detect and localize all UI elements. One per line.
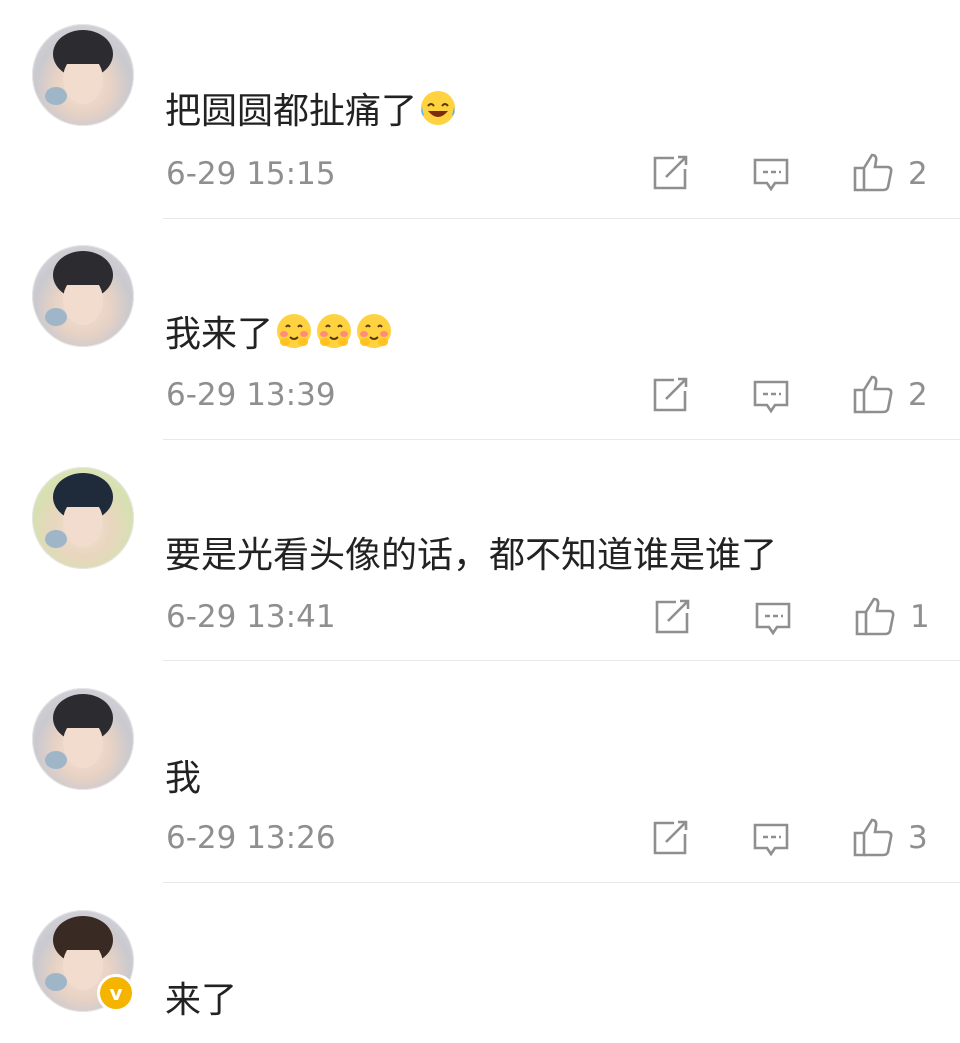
divider — [163, 439, 960, 440]
comment-icon[interactable] — [754, 601, 792, 637]
divider — [163, 660, 960, 661]
like-count: 2 — [908, 377, 928, 413]
blush-emoji — [317, 314, 352, 348]
avatar[interactable] — [32, 467, 134, 569]
like-icon[interactable] — [852, 152, 894, 192]
laugh-cry-emoji — [421, 91, 456, 125]
comment-icon[interactable] — [752, 157, 790, 193]
like-count: 2 — [908, 156, 928, 192]
comment-icon[interactable] — [752, 822, 790, 858]
avatar[interactable] — [32, 245, 134, 347]
comment-icon[interactable] — [752, 379, 790, 415]
like-icon[interactable] — [854, 596, 896, 636]
verified-badge: v — [97, 974, 135, 1012]
like-count: 1 — [910, 599, 930, 635]
comment-time: 6-29 13:26 — [166, 820, 336, 856]
share-icon[interactable] — [652, 155, 690, 191]
comment-text-content: 要是光看头像的话，都不知道谁是谁了 — [165, 535, 778, 576]
comment-time: 6-29 15:15 — [166, 156, 336, 192]
blush-emoji — [357, 314, 392, 348]
avatar[interactable] — [32, 688, 134, 790]
comment-text-content: 把圆圆都扯痛了 — [165, 91, 418, 132]
share-icon[interactable] — [652, 377, 690, 413]
comment-text: 把圆圆都扯痛了 — [165, 82, 457, 134]
like-icon[interactable] — [852, 374, 894, 414]
share-icon[interactable] — [654, 599, 692, 635]
share-icon[interactable] — [652, 820, 690, 856]
blush-emoji — [277, 314, 312, 348]
comment-text: 我 — [165, 749, 201, 801]
comment-time: 6-29 13:39 — [166, 377, 336, 413]
avatar[interactable] — [32, 24, 134, 126]
comment-text-content: 我 — [165, 758, 202, 799]
comment-text: 我来了 — [165, 305, 393, 357]
comment-text: 要是光看头像的话，都不知道谁是谁了 — [165, 526, 777, 578]
divider — [163, 218, 960, 219]
comment-time: 6-29 13:41 — [166, 599, 336, 635]
comment-text-content: 来了 — [165, 980, 238, 1021]
like-icon[interactable] — [852, 817, 894, 857]
like-count: 3 — [908, 820, 928, 856]
comment-text-content: 我来了 — [165, 314, 274, 355]
comment-text: 来了 — [165, 971, 237, 1023]
divider — [163, 882, 960, 883]
